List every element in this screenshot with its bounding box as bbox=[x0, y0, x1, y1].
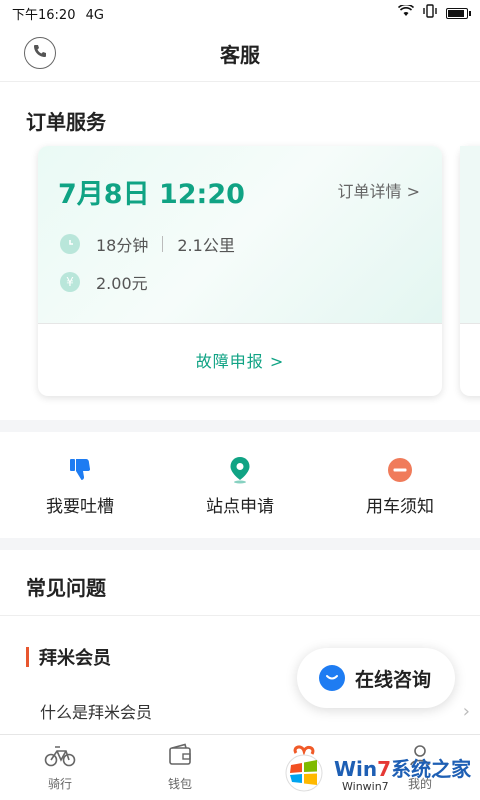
status-right bbox=[397, 3, 471, 22]
next-order-card-header bbox=[460, 146, 480, 324]
yen-icon: ¥ bbox=[60, 272, 80, 292]
next-order-card[interactable] bbox=[460, 146, 480, 396]
info-divider bbox=[162, 236, 164, 252]
faq-header: 常见问题 bbox=[0, 550, 480, 616]
action-station-request-label: 站点申请 bbox=[206, 497, 274, 517]
minus-circle-icon bbox=[386, 456, 414, 484]
order-cost-row: ¥ 2.00元 bbox=[60, 270, 148, 294]
action-usage-notice-label: 用车须知 bbox=[366, 497, 434, 517]
online-consult-label: 在线咨询 bbox=[355, 668, 432, 691]
order-card[interactable]: 7月8日 12:20 订单详情 > 18分钟 2.1公里 ¥ 2.00元 故障申… bbox=[38, 146, 442, 396]
faq-category: 拜米会员 bbox=[26, 644, 111, 670]
watermark-brand-c: 系统之家 bbox=[391, 757, 472, 781]
tab-ride-label: 骑行 bbox=[47, 777, 72, 791]
location-pin-icon bbox=[226, 456, 254, 484]
watermark-brand-b: 7 bbox=[377, 757, 392, 781]
wallet-icon bbox=[168, 743, 192, 771]
chevron-right-icon: › bbox=[462, 700, 470, 722]
action-complaint-label: 我要吐槽 bbox=[46, 497, 114, 517]
action-complaint[interactable]: 我要吐槽 bbox=[0, 432, 160, 538]
action-station-request[interactable]: 站点申请 bbox=[160, 432, 320, 538]
tab-ride[interactable]: 骑行 bbox=[0, 735, 120, 800]
faq-category-label: 拜米会员 bbox=[39, 648, 111, 669]
status-left: 下午16:20 4G bbox=[12, 4, 104, 23]
bike-icon bbox=[44, 743, 76, 771]
action-usage-notice[interactable]: 用车须知 bbox=[320, 432, 480, 538]
order-date-time: 7月8日 12:20 bbox=[58, 179, 245, 210]
quick-actions: 我要吐槽 站点申请 用车须知 bbox=[0, 432, 480, 538]
order-service-section: 订单服务 7月8日 12:20 订单详情 > 18分钟 2.1公里 ¥ 2.00… bbox=[0, 82, 480, 420]
watermark-url: Winwin7 bbox=[342, 780, 389, 793]
status-network: 4G bbox=[85, 7, 104, 23]
phone-button[interactable] bbox=[24, 37, 56, 69]
order-distance: 2.1公里 bbox=[177, 236, 235, 255]
windows-logo-icon bbox=[282, 745, 330, 793]
online-consult-button[interactable]: 在线咨询 bbox=[297, 648, 455, 708]
tab-wallet[interactable]: 钱包 bbox=[120, 735, 240, 800]
order-service-title: 订单服务 bbox=[26, 110, 106, 134]
watermark: Win7系统之家 Winwin7 bbox=[282, 738, 478, 800]
battery-icon bbox=[446, 7, 471, 19]
page-title: 客服 bbox=[220, 43, 260, 67]
phone-icon bbox=[32, 43, 48, 63]
thumbs-down-icon bbox=[66, 456, 94, 484]
faq-title: 常见问题 bbox=[26, 576, 106, 600]
order-duration: 18分钟 bbox=[96, 236, 149, 255]
tab-wallet-label: 钱包 bbox=[167, 777, 192, 791]
order-detail-link[interactable]: 订单详情 > bbox=[338, 178, 421, 202]
watermark-brand: Win7系统之家 bbox=[334, 759, 471, 779]
fault-report-link[interactable]: 故障申报 > bbox=[38, 324, 442, 396]
order-cost: 2.00元 bbox=[96, 274, 148, 293]
clock-icon bbox=[60, 234, 80, 254]
watermark-brand-a: Win bbox=[334, 757, 378, 781]
order-card-header: 7月8日 12:20 订单详情 > 18分钟 2.1公里 ¥ 2.00元 bbox=[38, 146, 442, 324]
faq-category-marker bbox=[26, 647, 29, 667]
vibrate-icon bbox=[422, 4, 438, 22]
order-time-distance-row: 18分钟 2.1公里 bbox=[60, 232, 235, 256]
faq-item-label: 什么是拜米会员 bbox=[40, 703, 153, 722]
status-time: 下午16:20 bbox=[12, 7, 76, 23]
header: 客服 bbox=[0, 26, 480, 82]
chat-bubble-icon bbox=[319, 665, 345, 691]
wifi-icon bbox=[397, 3, 415, 21]
status-bar: 下午16:20 4G bbox=[0, 0, 480, 26]
